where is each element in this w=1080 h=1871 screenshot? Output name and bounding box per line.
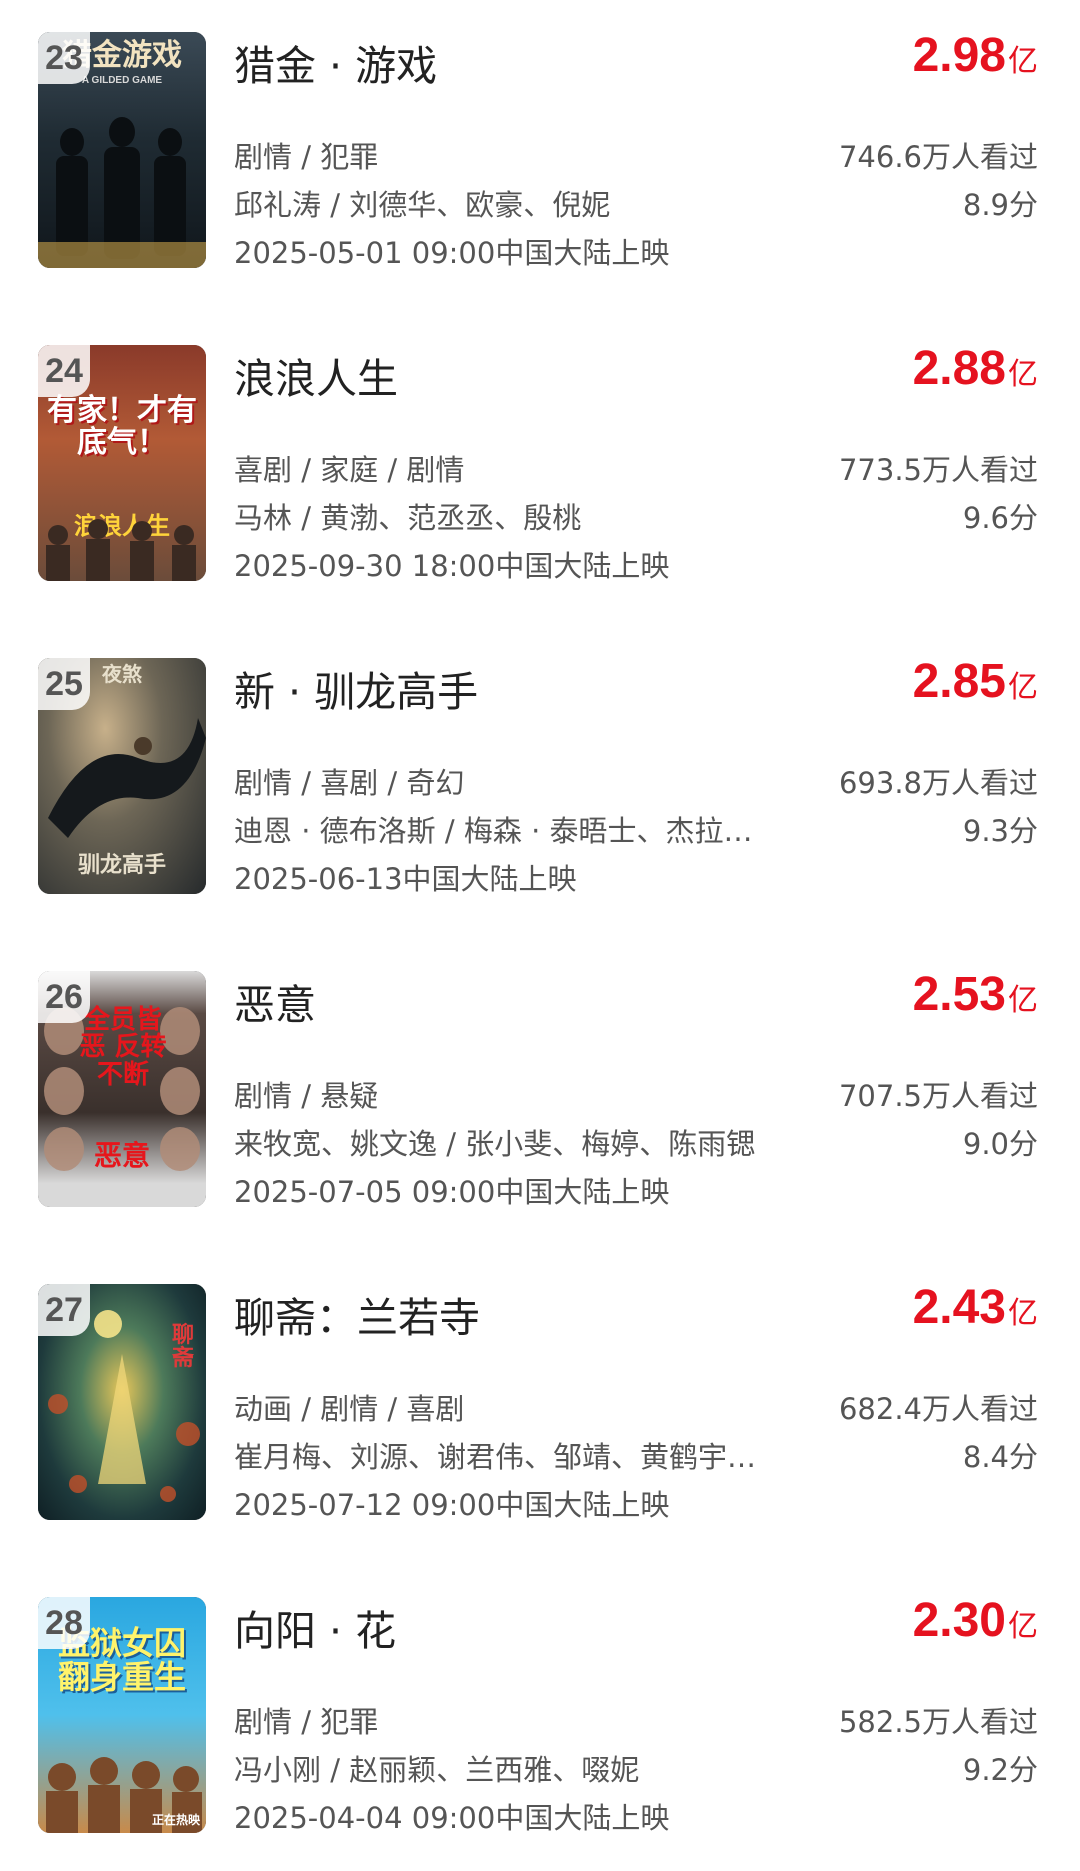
rank-badge: 24 bbox=[38, 345, 90, 397]
box-office-unit: 亿 bbox=[1008, 44, 1038, 79]
movie-item[interactable]: 聊斋 27 聊斋：兰若寺 2.43亿 动画 / 剧情 / 喜剧 682.4万人看… bbox=[0, 1252, 1080, 1552]
poster-title-art: 全员皆恶 反转不断 bbox=[79, 1005, 167, 1090]
poster-figures bbox=[46, 519, 196, 581]
poster-figures bbox=[38, 117, 206, 268]
movie-poster[interactable]: 聊斋 27 bbox=[38, 1284, 206, 1520]
movie-item[interactable]: 全员皆恶 反转不断 恶意 26 恶意 2.53亿 剧情 / 悬疑 707.5万人… bbox=[0, 939, 1080, 1239]
box-office: 2.53亿 bbox=[913, 967, 1038, 1022]
movie-genres: 剧情 / 喜剧 / 奇幻 bbox=[234, 766, 465, 800]
box-office-unit: 亿 bbox=[1008, 983, 1038, 1018]
poster-dragon bbox=[48, 718, 206, 838]
box-office: 2.98亿 bbox=[913, 28, 1038, 83]
movie-item[interactable]: 有家！才有底气！ 浪浪人生 24 浪浪人生 2.88亿 喜剧 / 家庭 / 剧情… bbox=[0, 313, 1080, 613]
box-office-value: 2.98 bbox=[912, 29, 1006, 82]
box-office-unit: 亿 bbox=[1008, 357, 1038, 392]
viewer-count: 746.6万人看过 bbox=[838, 140, 1038, 174]
movie-poster[interactable]: 夜煞 驯龙高手 25 bbox=[38, 658, 206, 894]
movie-score: 8.4分 bbox=[962, 1440, 1038, 1474]
box-office-value: 2.53 bbox=[912, 968, 1006, 1021]
box-office-unit: 亿 bbox=[1008, 1609, 1038, 1644]
movie-item[interactable]: 监狱女囚 翻身重生 正在热映 28 向阳 · 花 2.30亿 剧情 / 犯罪 5… bbox=[0, 1565, 1080, 1865]
movie-title[interactable]: 新 · 驯龙高手 bbox=[234, 658, 478, 718]
release-date: 2025-06-13中国大陆上映 bbox=[234, 862, 577, 896]
box-office-unit: 亿 bbox=[1008, 1296, 1038, 1331]
movie-poster[interactable]: 有家！才有底气！ 浪浪人生 24 bbox=[38, 345, 206, 581]
movie-poster[interactable]: 全员皆恶 反转不断 恶意 26 bbox=[38, 971, 206, 1207]
movie-title[interactable]: 浪浪人生 bbox=[234, 345, 398, 405]
rank-badge: 28 bbox=[38, 1597, 90, 1649]
box-office-value: 2.85 bbox=[912, 655, 1006, 708]
viewer-count: 582.5万人看过 bbox=[838, 1705, 1038, 1739]
release-date: 2025-04-04 09:00中国大陆上映 bbox=[234, 1801, 670, 1835]
rank-badge: 23 bbox=[38, 32, 90, 84]
release-date: 2025-07-12 09:00中国大陆上映 bbox=[234, 1488, 670, 1522]
poster-title-art: 有家！才有底气！ bbox=[47, 393, 197, 460]
movie-score: 9.0分 bbox=[962, 1127, 1038, 1161]
movie-title[interactable]: 聊斋：兰若寺 bbox=[234, 1284, 480, 1344]
movie-title[interactable]: 恶意 bbox=[234, 971, 316, 1031]
movie-box-office-list: 猎金游戏 A GILDED GAME 23 猎金 · 游戏 2.98亿 剧情 /… bbox=[0, 0, 1080, 1871]
movie-cast: 冯小刚 / 赵丽颖、兰西雅、啜妮 bbox=[234, 1753, 640, 1787]
movie-title[interactable]: 猎金 · 游戏 bbox=[234, 32, 437, 92]
movie-poster[interactable]: 监狱女囚 翻身重生 正在热映 28 bbox=[38, 1597, 206, 1833]
movie-genres: 喜剧 / 家庭 / 剧情 bbox=[234, 453, 465, 487]
release-date: 2025-07-05 09:00中国大陆上映 bbox=[234, 1175, 670, 1209]
box-office: 2.85亿 bbox=[913, 654, 1038, 709]
box-office-value: 2.30 bbox=[912, 1594, 1006, 1647]
box-office: 2.88亿 bbox=[913, 341, 1038, 396]
release-date: 2025-05-01 09:00中国大陆上映 bbox=[234, 236, 670, 270]
movie-genres: 剧情 / 犯罪 bbox=[234, 1705, 379, 1739]
movie-score: 9.3分 bbox=[962, 814, 1038, 848]
box-office-unit: 亿 bbox=[1008, 670, 1038, 705]
movie-title[interactable]: 向阳 · 花 bbox=[234, 1597, 396, 1657]
viewer-count: 682.4万人看过 bbox=[838, 1392, 1038, 1426]
viewer-count: 773.5万人看过 bbox=[838, 453, 1038, 487]
rank-badge: 27 bbox=[38, 1284, 90, 1336]
box-office: 2.30亿 bbox=[913, 1593, 1038, 1648]
movie-item[interactable]: 猎金游戏 A GILDED GAME 23 猎金 · 游戏 2.98亿 剧情 /… bbox=[0, 0, 1080, 300]
movie-score: 9.2分 bbox=[962, 1753, 1038, 1787]
poster-title-art: 聊斋 bbox=[171, 1322, 194, 1372]
movie-cast: 迪恩 · 德布洛斯 / 梅森 · 泰晤士、杰拉… bbox=[234, 814, 753, 848]
movie-item[interactable]: 夜煞 驯龙高手 25 新 · 驯龙高手 2.85亿 剧情 / 喜剧 / 奇幻 6… bbox=[0, 626, 1080, 926]
movie-cast: 邱礼涛 / 刘德华、欧豪、倪妮 bbox=[234, 188, 611, 222]
rank-badge: 25 bbox=[38, 658, 90, 710]
box-office-value: 2.43 bbox=[912, 1281, 1006, 1334]
movie-score: 8.9分 bbox=[962, 188, 1038, 222]
rank-badge: 26 bbox=[38, 971, 90, 1023]
movie-genres: 剧情 / 犯罪 bbox=[234, 140, 379, 174]
movie-poster[interactable]: 猎金游戏 A GILDED GAME 23 bbox=[38, 32, 206, 268]
viewer-count: 707.5万人看过 bbox=[838, 1079, 1038, 1113]
release-date: 2025-09-30 18:00中国大陆上映 bbox=[234, 549, 670, 583]
movie-cast: 来牧宽、姚文逸 / 张小斐、梅婷、陈雨锶 bbox=[234, 1127, 756, 1161]
box-office: 2.43亿 bbox=[913, 1280, 1038, 1335]
viewer-count: 693.8万人看过 bbox=[838, 766, 1038, 800]
box-office-value: 2.88 bbox=[912, 342, 1006, 395]
movie-genres: 剧情 / 悬疑 bbox=[234, 1079, 379, 1113]
movie-genres: 动画 / 剧情 / 喜剧 bbox=[234, 1392, 465, 1426]
movie-cast: 崔月梅、刘源、谢君伟、邹靖、黄鹤宇… bbox=[234, 1440, 757, 1474]
movie-cast: 马林 / 黄渤、范丞丞、殷桃 bbox=[234, 501, 582, 535]
movie-score: 9.6分 bbox=[962, 501, 1038, 535]
